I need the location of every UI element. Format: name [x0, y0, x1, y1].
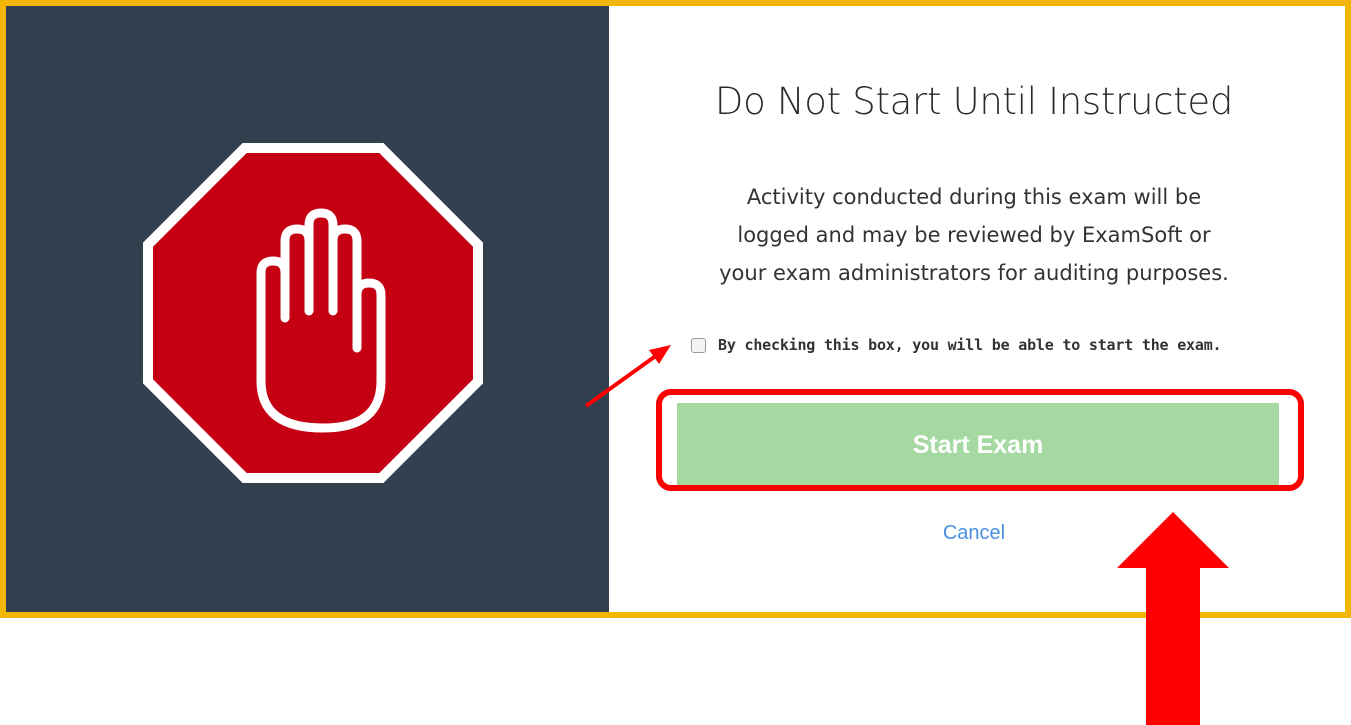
- notice-line: your exam administrators for auditing pu…: [719, 261, 1229, 285]
- dialog-title: Do Not Start Until Instructed: [714, 80, 1234, 123]
- notice-line: logged and may be reviewed by ExamSoft o…: [737, 223, 1211, 247]
- stop-hand-icon: [143, 143, 483, 483]
- cancel-link[interactable]: Cancel: [609, 522, 1339, 545]
- consent-row: By checking this box, you will be able t…: [691, 336, 1222, 354]
- start-exam-button[interactable]: Start Exam: [677, 403, 1279, 487]
- notice-line: Activity conducted during this exam will…: [746, 185, 1202, 209]
- start-exam-dialog: Do Not Start Until Instructed Activity c…: [0, 0, 1351, 618]
- left-panel: [6, 6, 609, 612]
- consent-checkbox[interactable]: [691, 337, 706, 353]
- logging-notice: Activity conducted during this exam will…: [609, 178, 1339, 292]
- consent-label[interactable]: By checking this box, you will be able t…: [718, 336, 1222, 354]
- right-panel: Do Not Start Until Instructed Activity c…: [609, 6, 1339, 612]
